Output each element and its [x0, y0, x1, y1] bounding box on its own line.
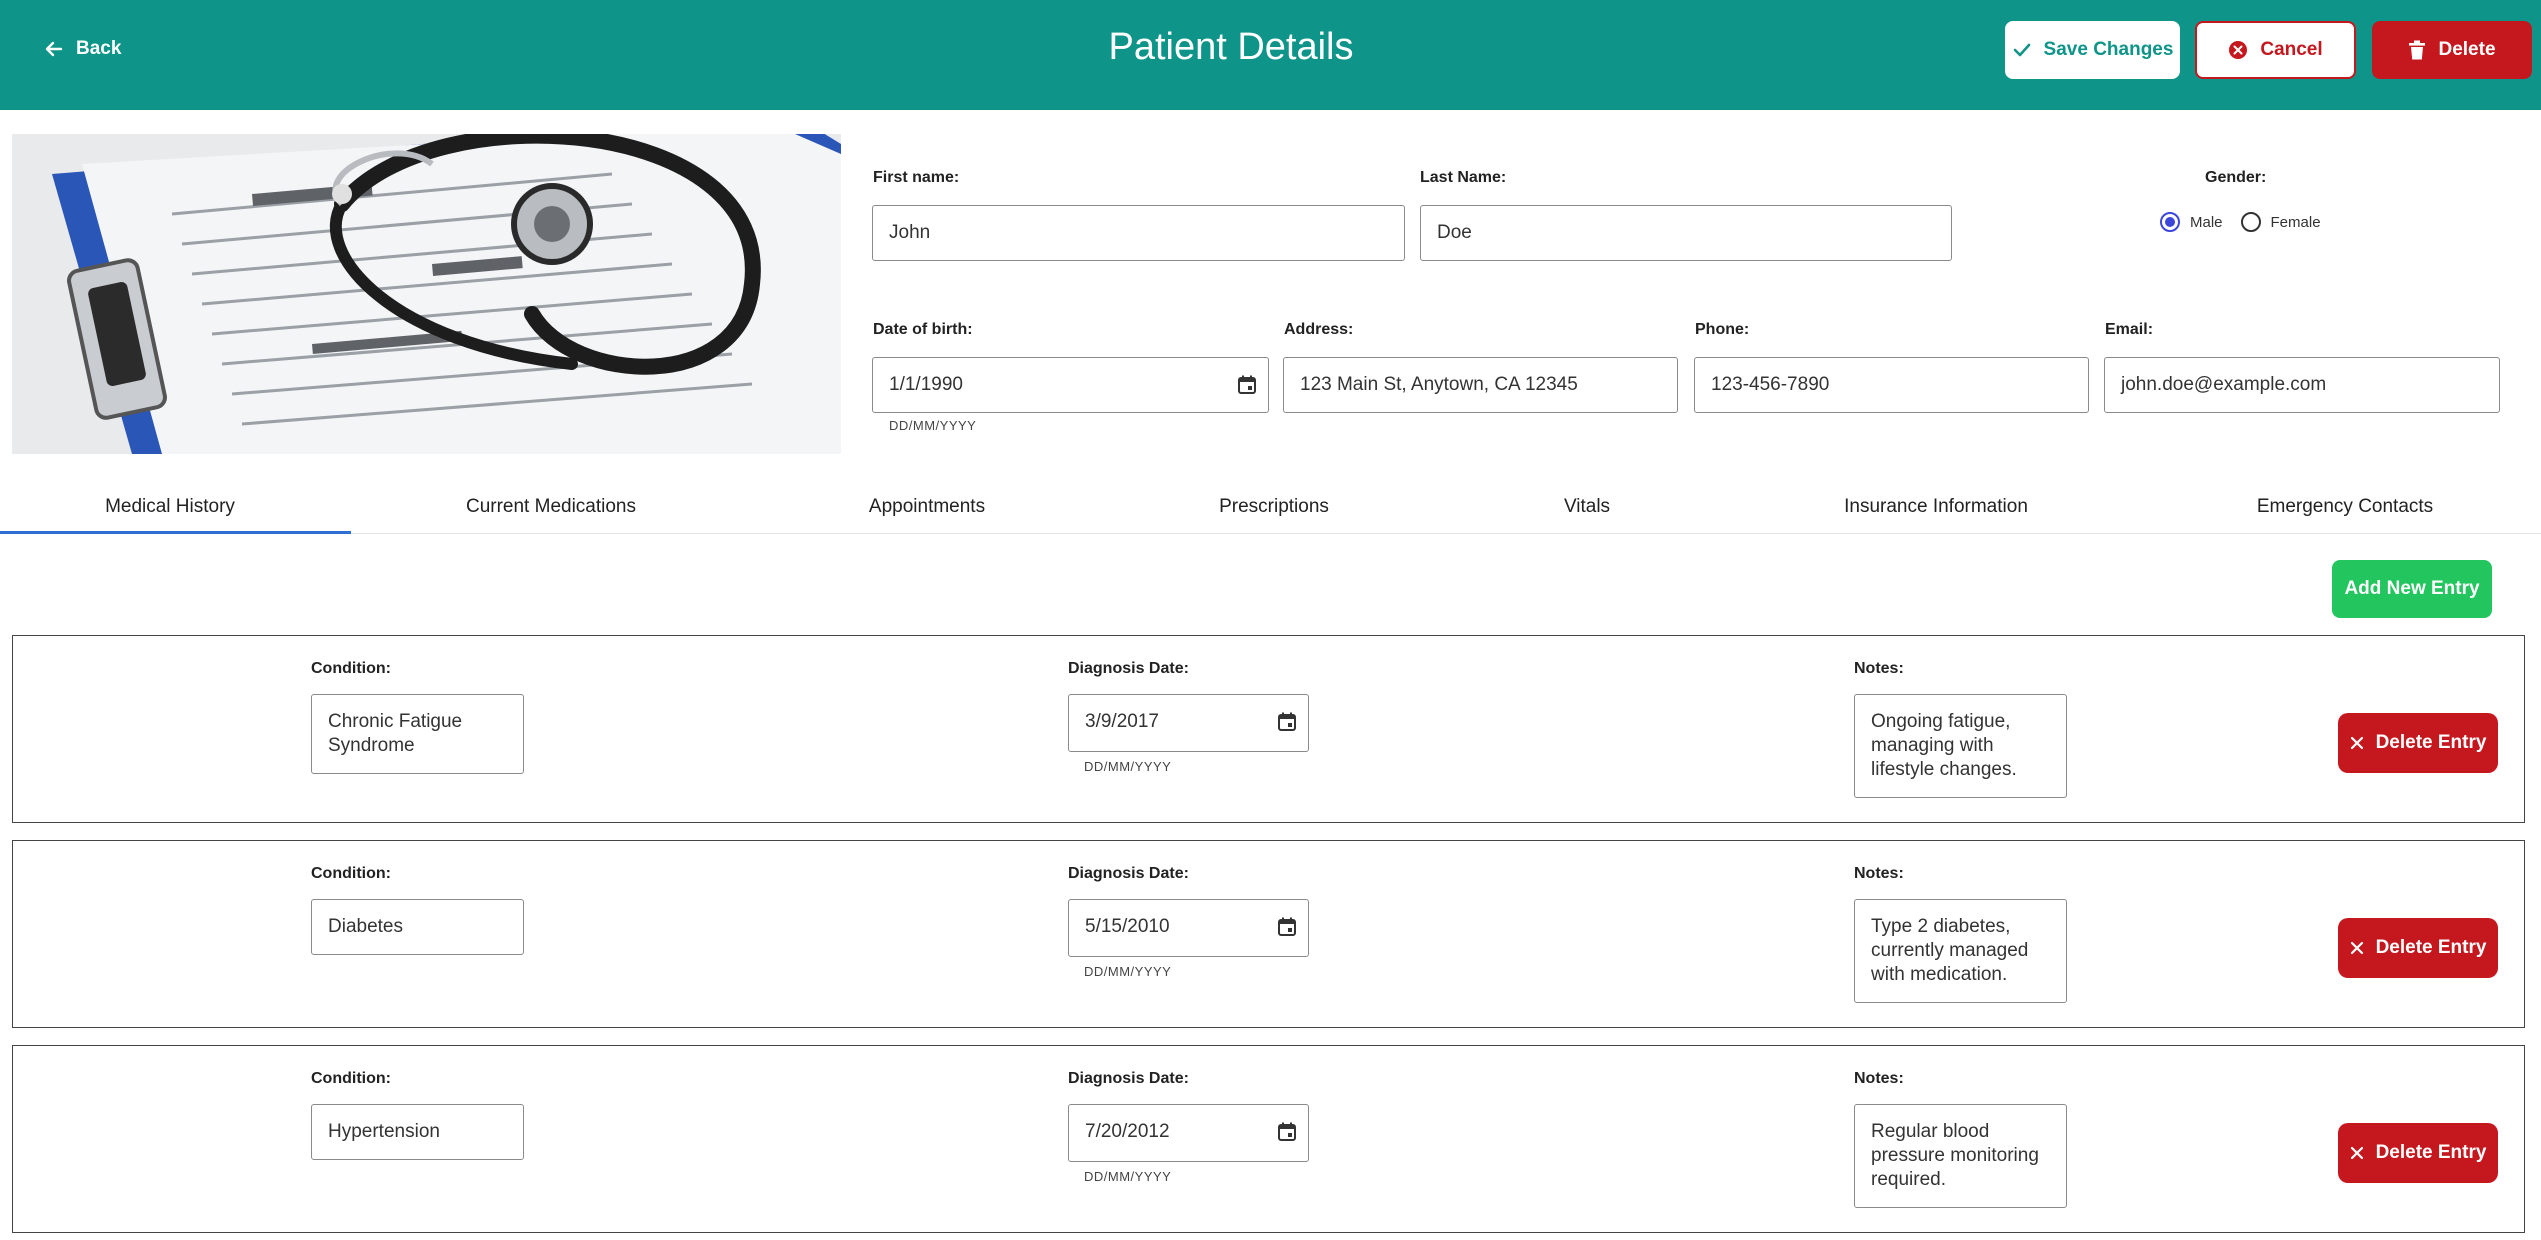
notes-label: Notes:: [1854, 660, 1904, 677]
notes-field[interactable]: Regular blood pressure monitoring requir…: [1854, 1104, 2067, 1208]
condition-field[interactable]: Hypertension: [311, 1104, 524, 1160]
email-label: Email:: [2105, 321, 2154, 338]
diagnosis-date-value: 5/15/2010: [1085, 916, 1170, 937]
gender-male-label: Male: [2190, 213, 2223, 231]
email-field[interactable]: john.doe@example.com: [2104, 357, 2500, 413]
condition-label: Condition:: [311, 660, 391, 677]
cancel-circle-icon: [2229, 41, 2248, 59]
last-name-field[interactable]: Doe: [1420, 205, 1952, 261]
diagnosis-date-field[interactable]: 3/9/2017: [1068, 694, 1309, 752]
address-field[interactable]: 123 Main St, Anytown, CA 12345: [1283, 357, 1678, 413]
clipboard-stethoscope-image: [12, 134, 841, 454]
phone-field[interactable]: 123-456-7890: [1694, 357, 2089, 413]
app-header: Back Patient Details Save Changes Cancel…: [0, 0, 2541, 110]
gender-label: Gender:: [2205, 169, 2267, 186]
condition-field[interactable]: Chronic Fatigue Syndrome: [311, 694, 524, 774]
medical-history-entry: Condition: Chronic Fatigue Syndrome Diag…: [12, 635, 2525, 823]
close-icon: [2350, 941, 2363, 955]
first-name-label: First name:: [873, 169, 960, 186]
condition-label: Condition:: [311, 1070, 391, 1087]
calendar-icon[interactable]: [1276, 916, 1298, 938]
tab-appointments[interactable]: Appointments: [869, 496, 985, 518]
tab-insurance-information[interactable]: Insurance Information: [1844, 496, 2028, 518]
address-label: Address:: [1284, 321, 1354, 338]
check-icon: [2013, 43, 2030, 57]
dob-label: Date of birth:: [873, 321, 973, 338]
tab-vitals[interactable]: Vitals: [1564, 496, 1610, 518]
tab-current-medications[interactable]: Current Medications: [466, 496, 636, 518]
cancel-label: Cancel: [2260, 39, 2323, 60]
diagnosis-date-label: Diagnosis Date:: [1068, 1070, 1189, 1087]
phone-label: Phone:: [1695, 321, 1750, 338]
date-format-hint: DD/MM/YYYY: [1084, 964, 1172, 979]
phone-value: 123-456-7890: [1711, 374, 1830, 395]
delete-button[interactable]: Delete: [2372, 21, 2532, 79]
dob-value: 1/1/1990: [889, 374, 963, 395]
calendar-icon[interactable]: [1276, 1121, 1298, 1143]
notes-label: Notes:: [1854, 1070, 1904, 1087]
tab-medical-history[interactable]: Medical History: [105, 496, 235, 518]
delete-entry-button[interactable]: Delete Entry: [2338, 713, 2498, 773]
diagnosis-date-label: Diagnosis Date:: [1068, 660, 1189, 677]
delete-entry-label: Delete Entry: [2375, 1142, 2487, 1163]
tab-bar: Medical History Current Medications Appo…: [0, 480, 2541, 534]
gender-female-label: Female: [2270, 213, 2321, 231]
delete-label: Delete: [2438, 39, 2496, 60]
tab-emergency-contacts[interactable]: Emergency Contacts: [2257, 496, 2433, 518]
calendar-icon[interactable]: [1276, 711, 1298, 733]
add-new-entry-button[interactable]: Add New Entry: [2332, 560, 2492, 618]
gender-male-radio[interactable]: [2160, 212, 2180, 232]
diagnosis-date-value: 3/9/2017: [1085, 711, 1159, 732]
dob-field[interactable]: 1/1/1990: [872, 357, 1269, 413]
delete-entry-label: Delete Entry: [2375, 937, 2487, 958]
medical-history-entry: Condition: Diabetes Diagnosis Date: 5/15…: [12, 840, 2525, 1028]
dob-format-hint: DD/MM/YYYY: [889, 418, 977, 433]
active-tab-indicator: [0, 531, 351, 534]
condition-label: Condition:: [311, 865, 391, 882]
condition-field[interactable]: Diabetes: [311, 899, 524, 955]
delete-entry-button[interactable]: Delete Entry: [2338, 1123, 2498, 1183]
diagnosis-date-value: 7/20/2012: [1085, 1121, 1170, 1142]
date-format-hint: DD/MM/YYYY: [1084, 759, 1172, 774]
delete-entry-button[interactable]: Delete Entry: [2338, 918, 2498, 978]
gender-radio-group: Male Female: [2160, 212, 2321, 232]
notes-field[interactable]: Ongoing fatigue, managing with lifestyle…: [1854, 694, 2067, 798]
email-value: john.doe@example.com: [2121, 374, 2327, 395]
first-name-value: John: [889, 222, 931, 243]
last-name-label: Last Name:: [1420, 169, 1507, 186]
diagnosis-date-field[interactable]: 7/20/2012: [1068, 1104, 1309, 1162]
delete-entry-label: Delete Entry: [2375, 732, 2487, 753]
notes-label: Notes:: [1854, 865, 1904, 882]
address-value: 123 Main St, Anytown, CA 12345: [1300, 374, 1578, 395]
save-changes-label: Save Changes: [2043, 39, 2174, 60]
close-icon: [2350, 736, 2363, 750]
notes-field[interactable]: Type 2 diabetes, currently managed with …: [1854, 899, 2067, 1003]
close-icon: [2350, 1146, 2363, 1160]
gender-female-radio[interactable]: [2240, 212, 2261, 232]
diagnosis-date-field[interactable]: 5/15/2010: [1068, 899, 1309, 957]
first-name-field[interactable]: John: [872, 205, 1405, 261]
trash-icon: [2409, 40, 2426, 60]
medical-history-entry: Condition: Hypertension Diagnosis Date: …: [12, 1045, 2525, 1233]
last-name-value: Doe: [1437, 222, 1472, 243]
calendar-icon[interactable]: [1236, 374, 1258, 396]
diagnosis-date-label: Diagnosis Date:: [1068, 865, 1189, 882]
tab-prescriptions[interactable]: Prescriptions: [1219, 496, 1329, 518]
cancel-button[interactable]: Cancel: [2195, 21, 2356, 79]
patient-photo: [12, 134, 841, 454]
date-format-hint: DD/MM/YYYY: [1084, 1169, 1172, 1184]
save-changes-button[interactable]: Save Changes: [2005, 21, 2180, 79]
